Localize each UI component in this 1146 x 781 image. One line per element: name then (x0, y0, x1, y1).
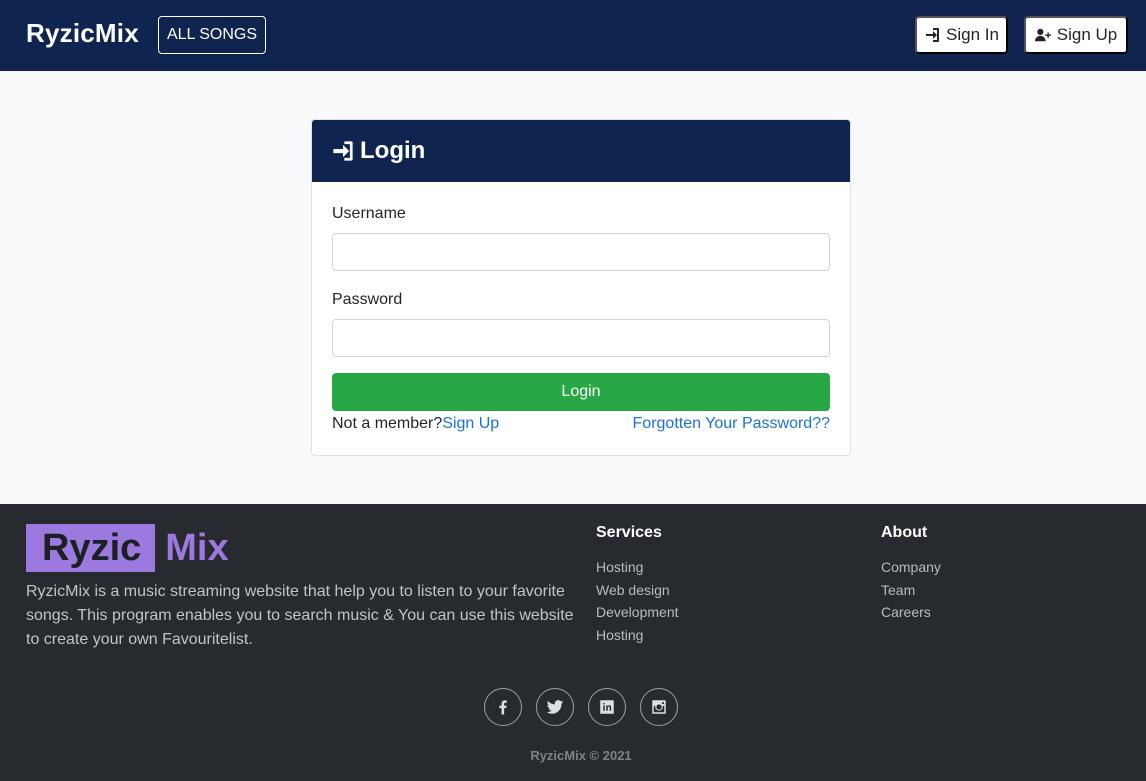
twitter-icon (546, 700, 564, 714)
about-column: About Company Team Careers (881, 524, 941, 624)
forgot-password-link[interactable]: Forgotten Your Password?? (633, 415, 830, 433)
login-card-header: Login (312, 120, 850, 182)
facebook-link[interactable] (484, 688, 522, 726)
services-link-hosting-2[interactable]: Hosting (596, 624, 679, 647)
footer-description: RyzicMix is a music streaming website th… (26, 583, 574, 648)
twitter-link[interactable] (536, 688, 574, 726)
username-label: Username (332, 205, 406, 222)
sign-up-button[interactable]: Sign Up (1024, 16, 1128, 54)
services-heading: Services (596, 524, 662, 541)
footer-logo-part2: Mix (165, 526, 229, 569)
sign-in-icon (926, 28, 940, 42)
services-column: Services Hosting Web design Development … (596, 524, 679, 646)
facebook-icon (499, 700, 507, 715)
linkedin-link[interactable] (588, 688, 626, 726)
login-card: Login Username Password Login Not a memb… (311, 119, 851, 456)
login-button[interactable]: Login (332, 373, 830, 411)
instagram-icon (652, 700, 666, 714)
brand-logo[interactable]: RyzicMix (26, 18, 139, 49)
instagram-link[interactable] (640, 688, 678, 726)
about-link-team[interactable]: Team (881, 579, 941, 602)
navbar: RyzicMix ALL SONGS Sign In Sign Up (0, 0, 1146, 71)
sign-in-icon (333, 141, 353, 161)
services-link-hosting[interactable]: Hosting (596, 556, 679, 579)
login-title: Login (360, 137, 426, 164)
services-link-development[interactable]: Development (596, 601, 679, 624)
copyright: RyzicMix © 2021 (530, 748, 632, 763)
username-input[interactable] (332, 233, 830, 271)
password-label: Password (332, 291, 403, 308)
footer-logo: Ryzic Mix (26, 524, 229, 572)
services-link-web-design[interactable]: Web design (596, 579, 679, 602)
footer-logo-part1: Ryzic (26, 524, 156, 572)
about-heading: About (881, 524, 928, 541)
sign-up-label: Sign Up (1056, 25, 1118, 44)
sign-up-link[interactable]: Sign Up (442, 415, 499, 432)
footer: Ryzic Mix RyzicMix is a music streaming … (0, 504, 1146, 781)
signup-prompt: Not a member?Sign Up (332, 415, 499, 433)
sign-in-button[interactable]: Sign In (915, 16, 1008, 54)
social-links (484, 688, 678, 726)
about-link-careers[interactable]: Careers (881, 601, 941, 624)
all-songs-button[interactable]: ALL SONGS (158, 16, 266, 54)
linkedin-icon (600, 700, 614, 714)
sign-in-label: Sign In (946, 25, 999, 44)
not-member-text: Not a member? (332, 415, 443, 432)
about-link-company[interactable]: Company (881, 556, 941, 579)
user-plus-icon (1034, 28, 1051, 42)
password-input[interactable] (332, 319, 830, 357)
